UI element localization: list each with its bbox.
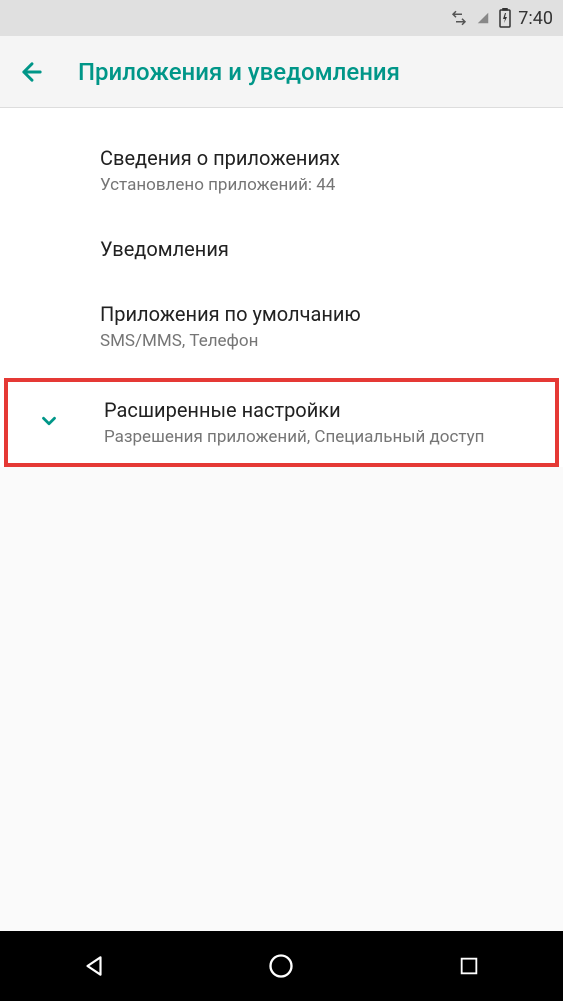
page-title: Приложения и уведомления xyxy=(78,58,400,86)
data-transfer-icon xyxy=(450,9,468,27)
back-arrow-icon[interactable] xyxy=(18,58,46,86)
list-item-app-info[interactable]: Сведения о приложениях Установлено прило… xyxy=(0,128,563,214)
item-title: Сведения о приложениях xyxy=(100,144,543,172)
navigation-bar xyxy=(0,931,563,1001)
item-title: Приложения по умолчанию xyxy=(100,300,543,328)
list-item-default-apps[interactable]: Приложения по умолчанию SMS/MMS, Телефон xyxy=(0,284,563,370)
nav-recent-button[interactable] xyxy=(429,941,509,991)
item-title: Уведомления xyxy=(100,235,543,263)
no-sim-icon xyxy=(474,9,492,27)
list-item-notifications[interactable]: Уведомления xyxy=(0,214,563,284)
item-subtitle: Установлено приложений: 44 xyxy=(100,174,543,198)
status-bar: 7:40 xyxy=(0,0,563,36)
settings-list: Сведения о приложениях Установлено прило… xyxy=(0,108,563,467)
app-bar: Приложения и уведомления xyxy=(0,36,563,108)
item-subtitle: SMS/MMS, Телефон xyxy=(100,330,543,354)
status-time: 7:40 xyxy=(518,8,553,29)
nav-back-button[interactable] xyxy=(54,941,134,991)
list-item-advanced-settings[interactable]: Расширенные настройки Разрешения приложе… xyxy=(4,378,559,468)
item-title: Расширенные настройки xyxy=(104,396,539,424)
battery-charging-icon xyxy=(498,8,512,28)
chevron-down-icon xyxy=(38,410,60,436)
item-subtitle: Разрешения приложений, Специальный досту… xyxy=(104,426,539,450)
nav-home-button[interactable] xyxy=(241,941,321,991)
